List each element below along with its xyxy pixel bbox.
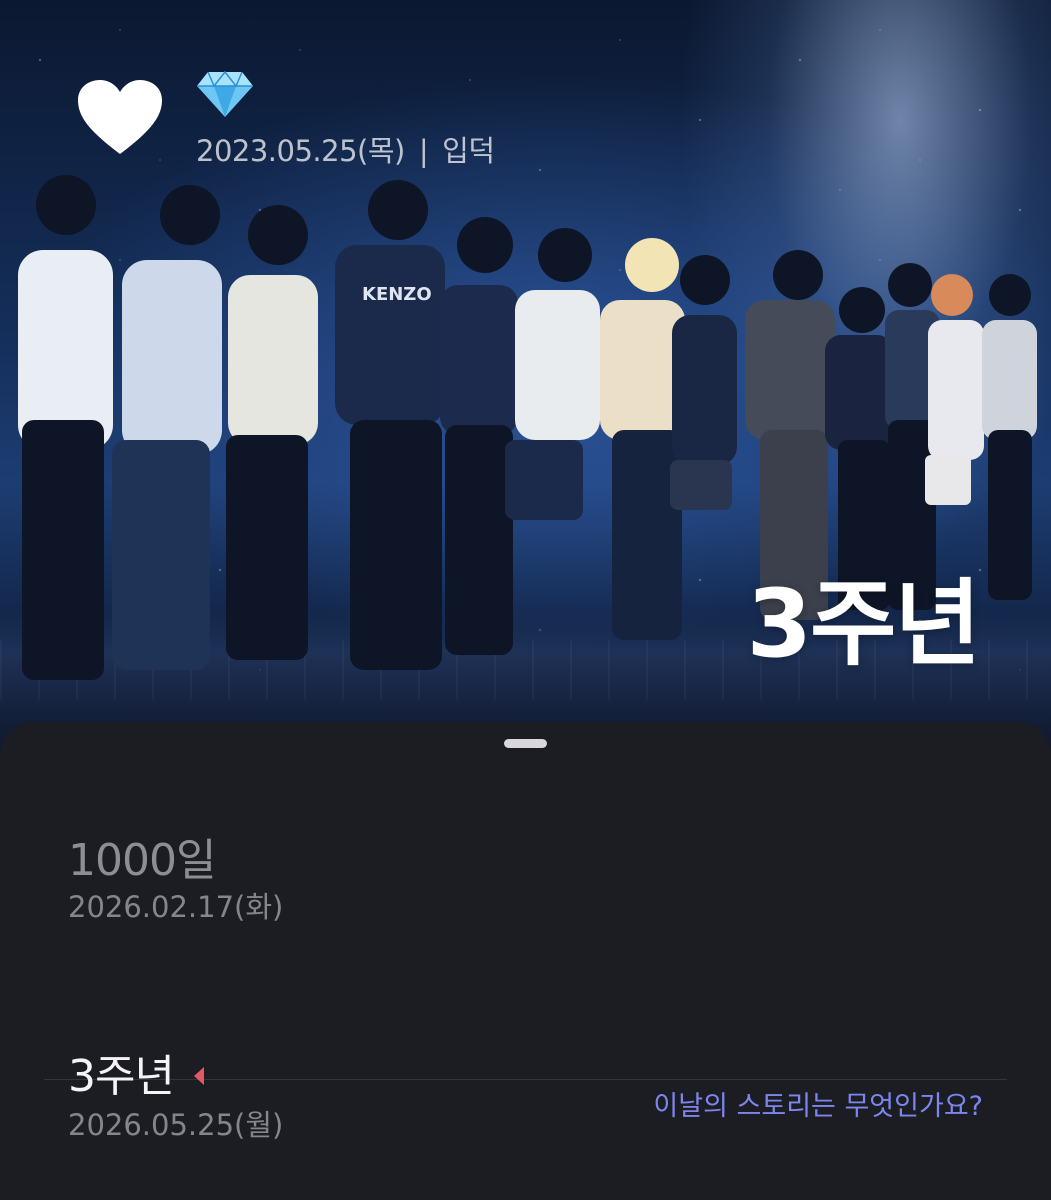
current-marker-icon [193,1067,204,1085]
anniversary-title: 3주년 [68,1051,175,1102]
sweater-logo-text: KENZO [362,284,432,305]
add-story-link[interactable]: 이날의 스토리는 무엇인가요? [653,1084,983,1123]
app-root: KENZO 2023.05.25(목) | 입덕 3주년 1000일 2026.02… [0,0,1051,1200]
cover-photo: KENZO 2023.05.25(목) | 입덕 3주년 [0,0,1051,780]
anniversary-sheet[interactable]: 1000일 2026.02.17(화) 3주년 2026.05.25(월) 이날… [0,722,1051,1200]
anniversary-title: 1000일 [68,835,216,886]
anniversary-date: 2026.05.25(월) [68,1108,284,1142]
anniversary-item-1000days[interactable]: 1000일 2026.02.17(화) [0,822,1051,1080]
kenzo-logo: KENZO [362,284,432,305]
start-label: 입덕 [442,134,495,168]
start-date: 2023.05.25(목) [196,134,405,168]
diamond-icon [197,70,253,117]
anniversary-date: 2026.02.17(화) [68,890,284,924]
anniversary-title-line: 3주년 [68,1040,206,1104]
anniversary-headline: 3주년 [746,570,981,679]
separator: | [418,134,429,168]
anniversary-item-3rd-year[interactable]: 3주년 2026.05.25(월) 이날의 스토리는 무엇인가요? [0,1040,1051,1200]
start-date-line: 2023.05.25(목) | 입덕 [196,128,495,170]
sheet-drag-handle[interactable] [504,739,547,748]
heart-icon[interactable] [78,80,162,156]
